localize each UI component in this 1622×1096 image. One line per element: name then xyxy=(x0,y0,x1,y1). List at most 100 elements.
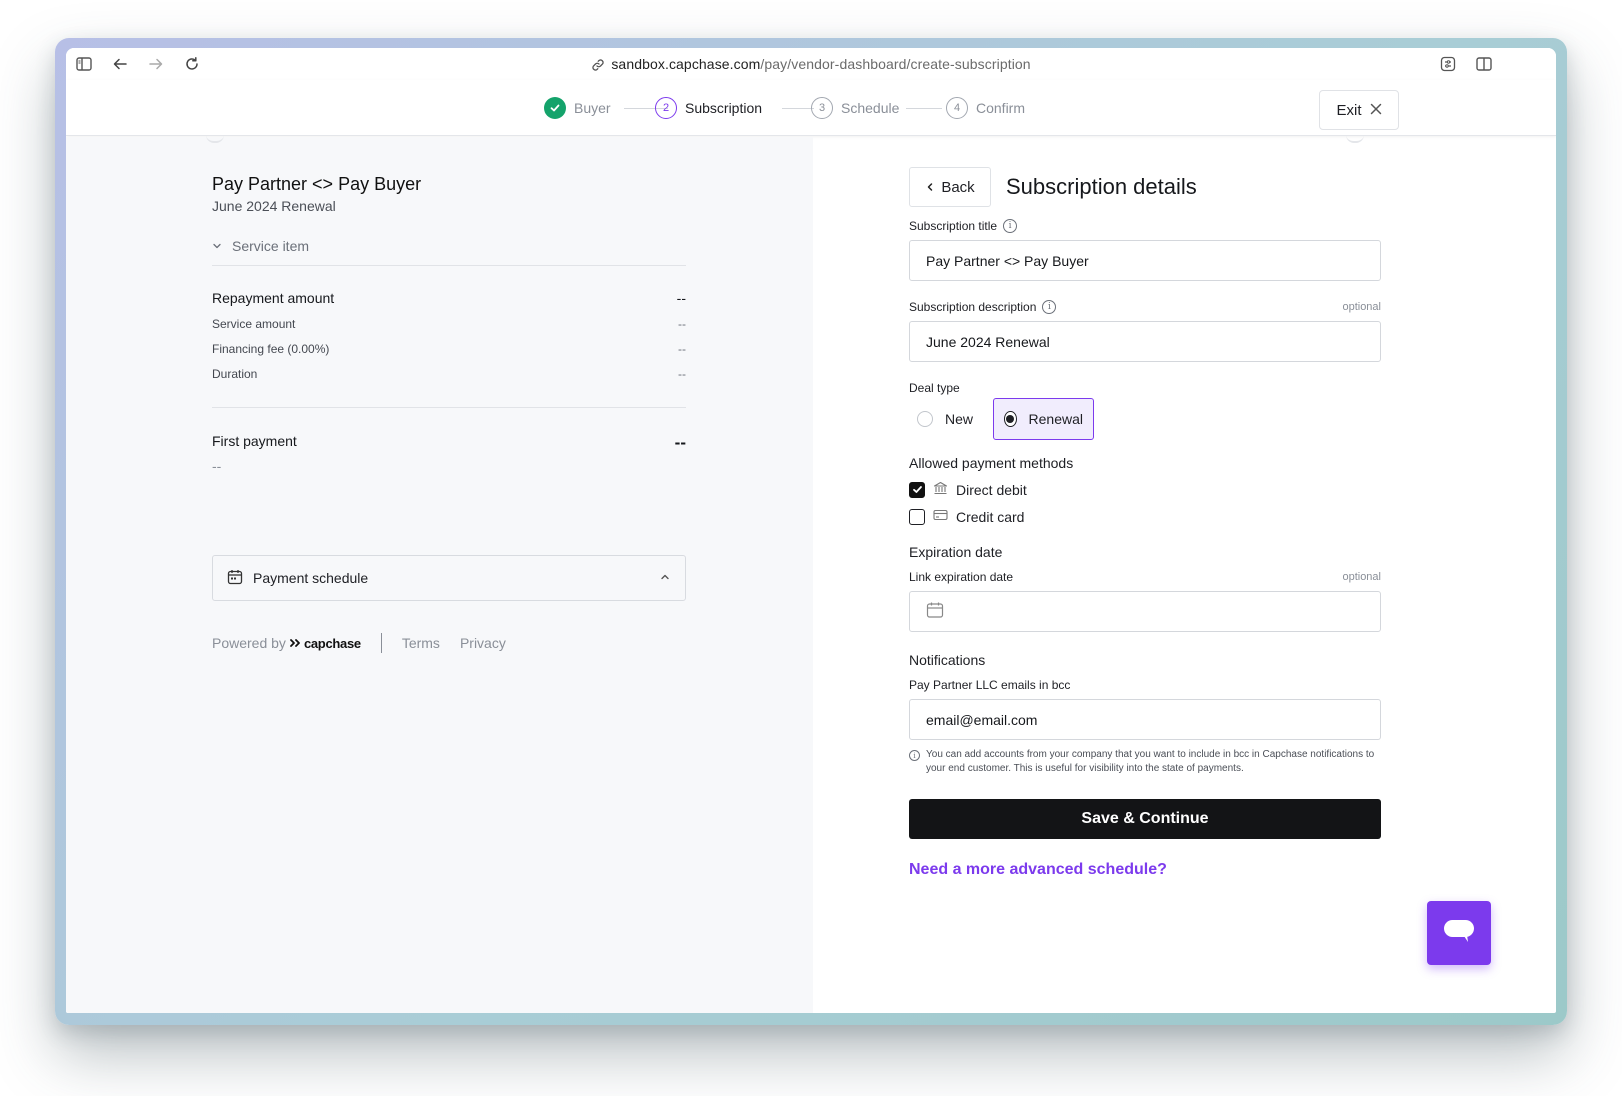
divider xyxy=(212,265,686,266)
subscription-title-input[interactable]: Pay Partner <> Pay Buyer xyxy=(909,240,1381,281)
step-connector xyxy=(782,108,814,109)
step-label: Confirm xyxy=(976,100,1026,116)
payment-methods-field: Allowed payment methods Direct debit Cre… xyxy=(909,455,1381,530)
step-number: 2 xyxy=(655,97,677,119)
address-bar[interactable]: sandbox.capchase.com/pay/vendor-dashboar… xyxy=(66,56,1556,75)
credit-card-icon xyxy=(933,508,948,525)
close-icon xyxy=(1370,102,1382,119)
browser-window: sandbox.capchase.com/pay/vendor-dashboar… xyxy=(66,48,1556,1013)
step-number: 3 xyxy=(811,97,833,119)
advanced-schedule-link[interactable]: Need a more advanced schedule? xyxy=(909,861,1381,879)
link-icon xyxy=(591,58,605,75)
payment-schedule-label: Payment schedule xyxy=(253,570,369,586)
payment-method-direct-debit[interactable]: Direct debit xyxy=(909,476,1381,503)
summary-panel: Pay Partner <> Pay Buyer June 2024 Renew… xyxy=(66,137,813,1013)
stepper-header: Buyer 2 Subscription 3 Schedule 4 Confir… xyxy=(66,80,1556,136)
step-label: Subscription xyxy=(685,100,763,116)
radio-label: New xyxy=(945,411,974,427)
payment-schedule-accordion[interactable]: Payment schedule xyxy=(212,555,686,601)
financing-fee-row: Financing fee (0.00%) -- xyxy=(212,342,686,356)
service-amount-label: Service amount xyxy=(212,317,296,331)
duration-label: Duration xyxy=(212,367,258,381)
step-schedule[interactable]: 3 Schedule xyxy=(811,97,899,119)
bcc-help-text: You can add accounts from your company t… xyxy=(926,749,1375,774)
chat-icon xyxy=(1442,916,1476,951)
footer-separator xyxy=(380,633,382,653)
url-host: sandbox.capchase.com xyxy=(611,56,761,72)
exit-button[interactable]: Exit xyxy=(1319,90,1399,130)
powered-by-label: Powered by xyxy=(212,635,286,651)
chevron-left-icon xyxy=(925,179,935,196)
calendar-icon xyxy=(227,569,243,588)
subscription-title-label: Subscription title i xyxy=(909,219,1381,233)
subscription-title-field: Subscription title i Pay Partner <> Pay … xyxy=(909,219,1381,281)
first-payment-date: -- xyxy=(212,458,222,474)
decorative-arc xyxy=(1346,135,1364,143)
summary-subtitle: June 2024 Renewal xyxy=(212,198,336,214)
decorative-arc xyxy=(206,135,224,143)
checkbox[interactable] xyxy=(909,481,925,498)
subscription-description-label: Subscription description i optional xyxy=(909,300,1381,314)
back-button[interactable]: Back xyxy=(909,167,991,207)
check-icon xyxy=(544,97,566,119)
first-payment-row: First payment -- xyxy=(212,433,686,453)
duration-row: Duration -- xyxy=(212,367,686,381)
first-payment-label: First payment xyxy=(212,433,297,449)
capchase-wordmark: capchase xyxy=(303,635,361,651)
split-view-icon[interactable] xyxy=(1475,55,1493,73)
step-label: Buyer xyxy=(574,100,611,116)
privacy-link[interactable]: Privacy xyxy=(460,635,506,651)
bank-icon xyxy=(933,481,948,498)
terms-link[interactable]: Terms xyxy=(402,635,440,651)
payment-method-label: Direct debit xyxy=(956,481,1027,498)
notifications-section: Notifications Pay Partner LLC emails in … xyxy=(909,652,1381,776)
page-title: Subscription details xyxy=(1006,174,1197,199)
save-continue-button[interactable]: Save & Continue xyxy=(909,799,1381,839)
payment-method-credit-card[interactable]: Credit card xyxy=(909,503,1381,530)
notifications-label: Notifications xyxy=(909,652,986,668)
duration-value: -- xyxy=(678,367,686,381)
step-buyer[interactable]: Buyer xyxy=(544,97,611,119)
checkbox[interactable] xyxy=(909,508,925,525)
payment-methods-label: Allowed payment methods xyxy=(909,455,1074,471)
label-text: Subscription title xyxy=(909,219,998,233)
extension-icon[interactable] xyxy=(1439,55,1457,73)
subscription-description-input[interactable]: June 2024 Renewal xyxy=(909,321,1381,362)
service-item-toggle[interactable]: Service item xyxy=(212,238,686,254)
deal-type-renewal[interactable]: Renewal xyxy=(993,398,1094,440)
info-icon: i xyxy=(909,750,920,761)
link-expiration-input[interactable] xyxy=(909,591,1381,632)
optional-tag: optional xyxy=(1342,301,1381,313)
deal-type-label: Deal type xyxy=(909,381,960,395)
step-label: Schedule xyxy=(841,100,900,116)
first-payment-value: -- xyxy=(674,433,686,452)
step-subscription[interactable]: 2 Subscription xyxy=(655,97,762,119)
optional-tag: optional xyxy=(1342,571,1381,583)
back-label: Back xyxy=(941,178,975,196)
browser-toolbar: sandbox.capchase.com/pay/vendor-dashboar… xyxy=(66,48,1556,80)
bcc-label: Pay Partner LLC emails in bcc xyxy=(909,678,1071,692)
url-path: /pay/vendor-dashboard/create-subscriptio… xyxy=(760,56,1031,72)
chevron-up-icon xyxy=(659,570,671,586)
step-connector xyxy=(906,108,942,109)
chat-launcher-button[interactable] xyxy=(1427,901,1491,965)
radio-button[interactable] xyxy=(1004,411,1017,427)
info-icon[interactable]: i xyxy=(1003,219,1018,233)
summary-title: Pay Partner <> Pay Buyer xyxy=(212,174,422,194)
step-confirm[interactable]: 4 Confirm xyxy=(946,97,1025,119)
expiration-section-label: Expiration date xyxy=(909,544,1003,560)
calendar-icon xyxy=(926,601,944,622)
radio-label: Renewal xyxy=(1028,411,1083,427)
deal-type-new[interactable]: New xyxy=(909,398,993,440)
chevron-down-icon xyxy=(212,238,222,254)
bcc-email-input[interactable]: email@email.com xyxy=(909,699,1381,740)
radio-button[interactable] xyxy=(917,411,933,427)
repayment-amount-value: -- xyxy=(676,290,686,306)
exit-label: Exit xyxy=(1336,101,1362,119)
info-icon[interactable]: i xyxy=(1042,300,1057,314)
financing-fee-value: -- xyxy=(678,342,686,356)
capchase-logo: capchase xyxy=(290,636,361,651)
link-expiration-label: Link expiration date optional xyxy=(909,570,1381,584)
step-number: 4 xyxy=(946,97,968,119)
financing-fee-label: Financing fee (0.00%) xyxy=(212,342,330,356)
